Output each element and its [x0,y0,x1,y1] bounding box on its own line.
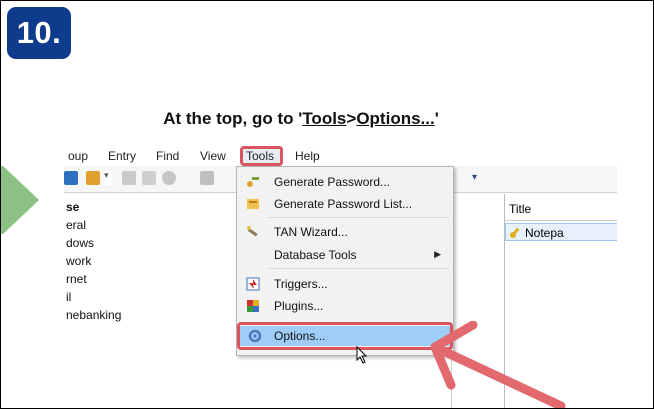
key-icon [510,227,520,238]
instruction-prefix: At the top, go to ' [163,109,303,128]
key-wand-icon [247,177,259,187]
tutorial-frame: 10. At the top, go to 'Tools>Options...'… [0,0,654,409]
open-url-icon[interactable] [162,171,176,185]
tree-item-email[interactable]: il [66,290,71,304]
add-entry-icon[interactable] [86,171,100,185]
instruction-separator: > [346,109,357,128]
wizard-wand-icon [247,226,258,237]
menu-item-generate-password[interactable]: Generate Password... [237,171,453,193]
menu-find[interactable]: Find [156,149,179,163]
key-list-icon [247,199,259,209]
instruction-suffix: ' [434,109,439,128]
instruction-tools: Tools [302,109,347,128]
search-dropdown-icon[interactable]: ▾ [472,172,482,186]
menu-group[interactable]: oup [68,149,88,163]
menu-item-generate-password-list[interactable]: Generate Password List... [237,193,453,215]
menu-item-tan-wizard[interactable]: TAN Wizard... [237,221,453,243]
menu-entry[interactable]: Entry [108,149,136,163]
menu-bar: oup Entry Find View Tools Help [64,140,617,166]
tree-item-windows[interactable]: dows [66,236,94,250]
entry-row[interactable]: Notepa [505,223,617,241]
copy-password-icon[interactable] [142,171,156,185]
step-number-badge: 10. [7,7,71,59]
instruction-text: At the top, go to 'Tools>Options...' [1,109,601,129]
tree-item-general[interactable]: eral [66,218,86,232]
menu-help[interactable]: Help [295,149,320,163]
triggers-icon [246,277,260,291]
lock-icon[interactable] [200,171,214,185]
group-tree: se eral dows work rnet il nebanking [64,194,236,408]
copy-user-icon[interactable] [122,171,136,185]
tree-item-internet[interactable]: rnet [66,272,87,286]
green-arrow-icon [1,166,39,234]
plugins-icon [247,300,259,312]
menu-item-triggers[interactable]: Triggers... [237,273,453,295]
tree-item-network[interactable]: work [66,254,91,268]
tree-item-root[interactable]: se [66,200,79,214]
mouse-cursor-icon [356,346,368,364]
menu-item-plugins[interactable]: Plugins... [237,295,453,317]
save-icon[interactable] [64,171,78,185]
dropdown-arrow-icon[interactable]: ▾ [104,171,112,185]
submenu-arrow-icon: ▶ [434,249,441,259]
menu-view[interactable]: View [200,149,226,163]
entry-title: Notepa [525,226,564,240]
column-title[interactable]: Title [509,202,531,216]
red-arrow-icon [430,321,566,408]
menu-item-database-tools[interactable]: Database Tools ▶ [237,244,453,266]
tree-item-homebanking[interactable]: nebanking [66,308,121,322]
instruction-options: Options... [356,109,435,128]
menu-tools[interactable]: Tools [246,149,274,163]
